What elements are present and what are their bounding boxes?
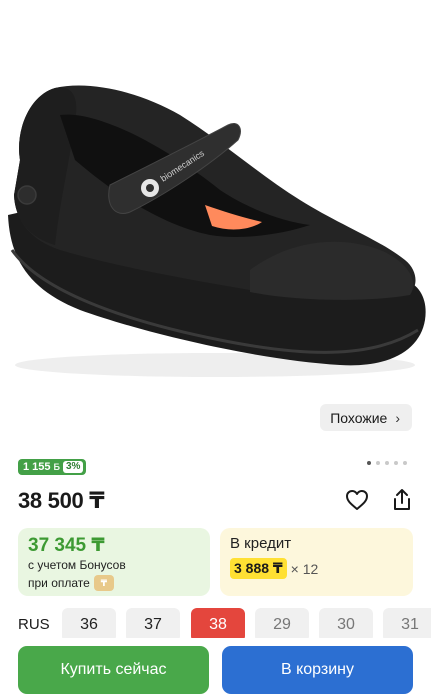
gallery-dot[interactable] bbox=[367, 461, 371, 465]
size-chip[interactable]: 36 bbox=[62, 608, 116, 638]
size-chip[interactable]: 30 bbox=[319, 608, 373, 638]
credit-monthly-price: 3 888 ₸ bbox=[230, 558, 287, 579]
gallery-dot[interactable] bbox=[376, 461, 380, 465]
chevron-right-icon: › bbox=[395, 409, 400, 426]
bonus-coin-icon: ₸ bbox=[93, 575, 114, 591]
bonus-note-line2: при оплате ₸ bbox=[28, 575, 114, 591]
price-actions bbox=[345, 488, 413, 512]
gallery-pagination bbox=[367, 461, 407, 465]
credit-row: 3 888 ₸ × 12 bbox=[230, 558, 318, 579]
bonus-b-icon: Б bbox=[53, 462, 60, 472]
size-chip[interactable]: 31 bbox=[383, 608, 431, 638]
bonus-note-line1: с учетом Бонусов bbox=[28, 558, 126, 572]
similar-label: Похожие bbox=[330, 409, 388, 426]
add-to-cart-button[interactable]: В корзину bbox=[222, 646, 413, 694]
credit-multiplier: × 12 bbox=[290, 560, 319, 577]
heart-icon[interactable] bbox=[345, 489, 369, 511]
buy-now-button[interactable]: Купить сейчас bbox=[18, 646, 209, 694]
size-chip[interactable]: 29 bbox=[255, 608, 309, 638]
size-chip[interactable]: 37 bbox=[126, 608, 180, 638]
product-price: 38 500 ₸ bbox=[18, 488, 105, 513]
gallery-dot[interactable] bbox=[394, 461, 398, 465]
size-chip-selected[interactable]: 38 bbox=[191, 608, 245, 638]
size-selector: RUS 36 37 38 29 30 31 bbox=[0, 608, 431, 638]
bonus-note-text: при оплате bbox=[28, 576, 90, 590]
credit-card[interactable]: В кредит 3 888 ₸ × 12 bbox=[220, 528, 413, 596]
credit-title: В кредит bbox=[230, 535, 292, 552]
share-icon[interactable] bbox=[391, 488, 413, 512]
bonus-badge: 1 155 Б 3% bbox=[18, 459, 87, 475]
similar-button[interactable]: Похожие › bbox=[320, 404, 412, 431]
product-image[interactable]: biomecanics bbox=[0, 0, 431, 440]
bonus-price: 37 345 ₸ bbox=[28, 535, 105, 556]
bonus-price-card[interactable]: 37 345 ₸ с учетом Бонусов при оплате ₸ bbox=[18, 528, 210, 596]
bonus-amount: 1 155 bbox=[23, 461, 51, 473]
gallery-dot[interactable] bbox=[385, 461, 389, 465]
gallery-dot[interactable] bbox=[403, 461, 407, 465]
shoe-illustration: biomecanics bbox=[8, 85, 426, 377]
bonus-percent: 3% bbox=[63, 461, 84, 473]
bottom-action-bar: Купить сейчас В корзину bbox=[0, 638, 431, 700]
size-system-label: RUS bbox=[18, 616, 50, 633]
